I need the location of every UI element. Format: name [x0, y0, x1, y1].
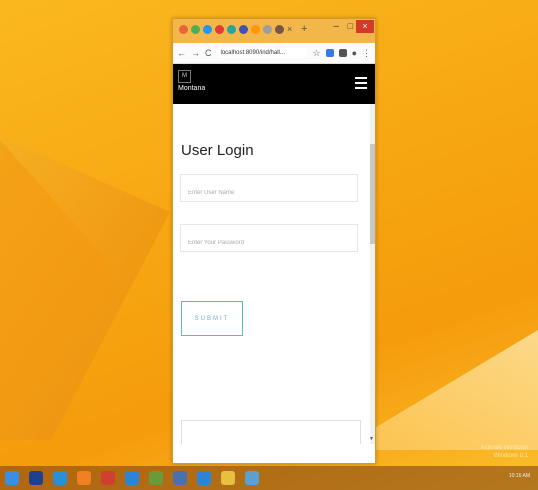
- logo[interactable]: M: [178, 70, 191, 83]
- address-bar: ← → C localhost:8090/ind/hall... ☆ ● ⋮: [173, 43, 375, 64]
- tab-close-icon[interactable]: ×: [287, 24, 292, 34]
- maximize-icon[interactable]: □: [348, 21, 353, 31]
- favicon-icon[interactable]: [263, 25, 272, 34]
- forward-icon[interactable]: →: [191, 48, 200, 58]
- favicon-icon[interactable]: [227, 25, 236, 34]
- extension-icon[interactable]: [325, 49, 334, 57]
- password-input[interactable]: [180, 224, 358, 252]
- back-icon[interactable]: ←: [177, 48, 186, 58]
- favicon-icon[interactable]: [179, 25, 188, 34]
- browser-window: × + – □ × ← → C localhost:8090/ind/hall.…: [172, 18, 376, 464]
- start-icon[interactable]: [5, 471, 19, 485]
- menu-dots-icon[interactable]: ⋮: [362, 48, 371, 59]
- username-input[interactable]: [180, 174, 358, 202]
- favicon-icon[interactable]: [239, 25, 248, 34]
- app-icon[interactable]: [173, 471, 187, 485]
- ie-icon[interactable]: [197, 471, 211, 485]
- folder-icon[interactable]: [221, 471, 235, 485]
- chrome-icon[interactable]: [53, 471, 67, 485]
- url-field[interactable]: localhost:8090/ind/hall...: [216, 48, 308, 58]
- minimize-icon[interactable]: –: [333, 21, 339, 32]
- activation-watermark: Activate Windows Windows 8.1: [480, 445, 528, 459]
- favicon-icon[interactable]: [275, 25, 284, 34]
- page-title: User Login: [181, 142, 254, 159]
- new-tab-icon[interactable]: +: [301, 23, 307, 35]
- firefox-icon[interactable]: [77, 471, 91, 485]
- taskbar: 10:16 AM: [0, 466, 538, 490]
- close-window-icon[interactable]: ×: [356, 20, 374, 33]
- clock[interactable]: 10:16 AM: [509, 473, 530, 479]
- favicon-icon[interactable]: [215, 25, 224, 34]
- site-navbar: M Montana: [173, 64, 375, 104]
- login-page: User Login SUBMIT ▼: [173, 104, 375, 444]
- app-icon[interactable]: [149, 471, 163, 485]
- footer-box: [181, 420, 361, 444]
- ie-icon[interactable]: [125, 471, 139, 485]
- scrollbar-thumb[interactable]: [370, 144, 375, 244]
- submit-button[interactable]: SUBMIT: [181, 301, 243, 336]
- brand-name[interactable]: Montana: [178, 85, 205, 92]
- tab-bar: × + – □ ×: [173, 19, 375, 43]
- scroll-down-icon[interactable]: ▼: [369, 436, 374, 442]
- hamburger-menu-icon[interactable]: [355, 77, 367, 92]
- star-icon[interactable]: ☆: [312, 48, 320, 59]
- profile-icon[interactable]: ●: [352, 48, 357, 58]
- favicon-icon[interactable]: [191, 25, 200, 34]
- app-icon[interactable]: [101, 471, 115, 485]
- app-icon[interactable]: [245, 471, 259, 485]
- reload-icon[interactable]: C: [205, 48, 212, 58]
- tab-favicons[interactable]: [179, 25, 284, 34]
- favicon-icon[interactable]: [203, 25, 212, 34]
- favicon-icon[interactable]: [251, 25, 260, 34]
- extension-icon[interactable]: [338, 49, 347, 57]
- photoshop-icon[interactable]: [29, 471, 43, 485]
